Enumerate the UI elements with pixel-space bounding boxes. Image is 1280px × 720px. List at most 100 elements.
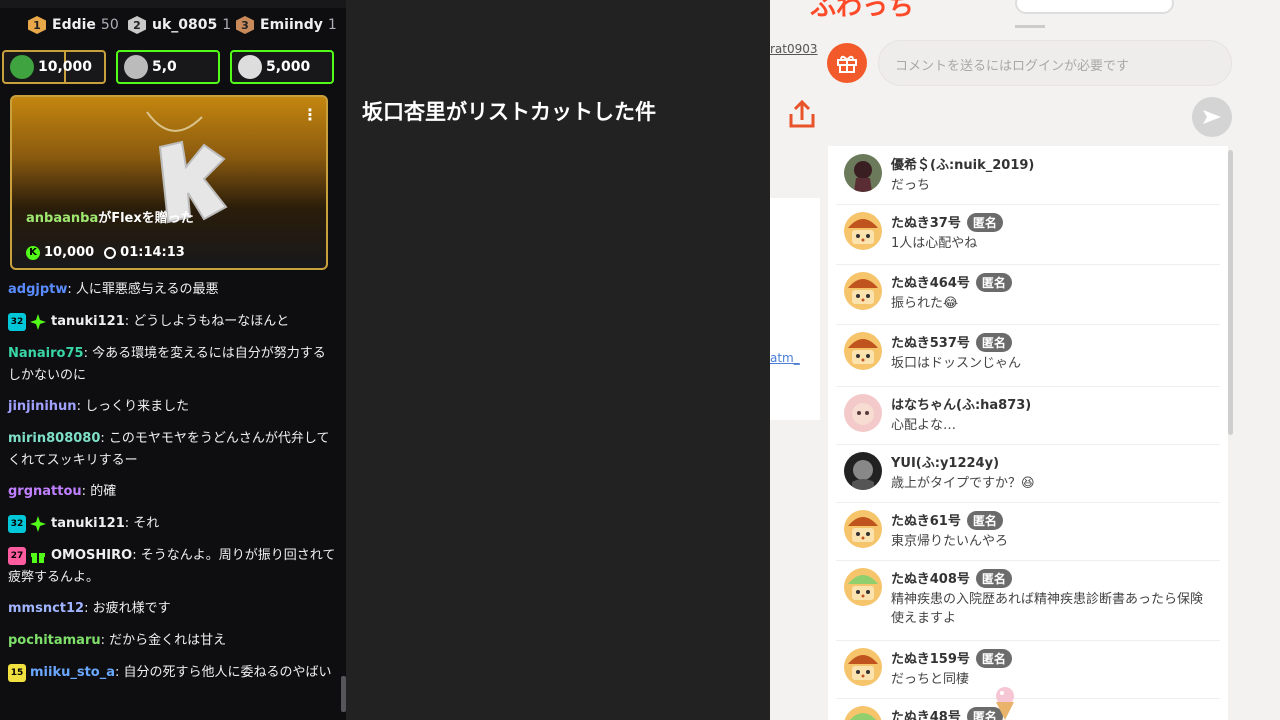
- commenter-avatar[interactable]: [844, 394, 882, 432]
- chat-message: 32 tanuki121: それ: [8, 513, 338, 535]
- chat-username[interactable]: mmsnct12: [8, 601, 84, 616]
- chat-username[interactable]: grgnattou: [8, 484, 82, 499]
- commenter-avatar[interactable]: [844, 510, 882, 548]
- rank-medal-icon: 2: [128, 16, 146, 34]
- commenter-avatar[interactable]: [844, 154, 882, 192]
- chat-username[interactable]: pochitamaru: [8, 633, 101, 648]
- chat-username[interactable]: adgjptw: [8, 282, 67, 297]
- chat-colon: :: [100, 633, 110, 648]
- chat-text: 自分の死すら他人に委ねるのやばい: [123, 665, 332, 680]
- gift-time: 01:14:13: [120, 245, 185, 260]
- gift-sender[interactable]: anbaanba: [26, 211, 98, 226]
- chat-username[interactable]: tanuki121: [51, 516, 125, 531]
- video-area: 坂口杏里がリストカットした件: [346, 0, 770, 720]
- video-title: 坂口杏里がリストカットした件: [362, 99, 656, 124]
- comment-item: YUI(ふ:y1224y) 歳上がタイプですか？😆: [836, 444, 1220, 503]
- comment-site-panel: ふわっち rat0903 atm_ コメントを送るにはログインが必要です 優希＄…: [770, 0, 1280, 720]
- chat-username[interactable]: Nanairo75: [8, 346, 84, 361]
- comment-item: たぬき408号 匿名 精神疾患の入院歴あれば精神疾患診断書あったら保険使えますよ: [836, 560, 1220, 641]
- atm-link[interactable]: atm_: [770, 351, 800, 365]
- site-logo[interactable]: ふわっち: [810, 0, 914, 23]
- sparkle-icon: [30, 313, 46, 330]
- anonymous-badge: 匿名: [966, 213, 1003, 232]
- comment-text: 振られた😂: [891, 296, 959, 311]
- share-icon[interactable]: [785, 98, 819, 132]
- commenter-name-row: たぬき537号 匿名: [891, 332, 1012, 352]
- send-icon: [1203, 110, 1221, 124]
- anonymous-badge: 匿名: [966, 511, 1003, 530]
- leaderboard-entry[interactable]: 3 Emiindy 1: [236, 14, 337, 36]
- commenter-name-row: たぬき61号 匿名: [891, 510, 1003, 530]
- chat-top-bar: [0, 0, 346, 8]
- commenter-name[interactable]: たぬき159号: [891, 652, 970, 667]
- anonymous-badge: 匿名: [975, 333, 1012, 352]
- search-pill[interactable]: [1015, 0, 1174, 14]
- gift-card[interactable]: ⋮ anbaanbaがFlexを贈った K 10,000 01:14:13: [10, 95, 328, 270]
- gift-action: がFlexを贈った: [98, 211, 194, 226]
- comment-text: 心配よな…: [891, 418, 957, 433]
- commenter-name[interactable]: たぬき48号: [891, 710, 961, 720]
- commenter-avatar[interactable]: [844, 332, 882, 370]
- comment-item: たぬき464号 匿名 振られた😂: [836, 264, 1220, 325]
- commenter-name-row: はなちゃん(ふ:ha873): [891, 394, 1031, 413]
- commenter-avatar[interactable]: [844, 212, 882, 250]
- leaderboard-entry[interactable]: 1 Eddie 50: [28, 14, 119, 36]
- chat-username[interactable]: jinjinihun: [8, 399, 77, 414]
- commenter-avatar[interactable]: [844, 568, 882, 606]
- kick-coin-icon: K: [26, 245, 40, 260]
- user-link[interactable]: rat0903: [770, 42, 818, 56]
- top-gifter-tile[interactable]: 10,000: [2, 50, 106, 84]
- chat-username[interactable]: mirin808080: [8, 431, 100, 446]
- leaderboard-entry[interactable]: 2 uk_0805 1: [128, 14, 231, 36]
- top-gifter-tile[interactable]: 5,000: [230, 50, 334, 84]
- gift-button[interactable]: [827, 43, 867, 83]
- comment-input[interactable]: コメントを送るにはログインが必要です: [878, 40, 1232, 86]
- chat-text: だから金くれは甘え: [109, 633, 227, 648]
- commenter-name[interactable]: YUI(ふ:y1224y): [891, 456, 999, 471]
- commenter-name-row: たぬき48号 匿名: [891, 706, 1003, 720]
- commenter-avatar[interactable]: [844, 706, 882, 720]
- chat-text: お疲れ様です: [92, 601, 171, 616]
- gift-amount: 10,000: [44, 245, 95, 260]
- chat-username[interactable]: tanuki121: [51, 314, 125, 329]
- gift-badge-icon: [31, 552, 45, 563]
- commenter-avatar[interactable]: [844, 272, 882, 310]
- chat-username[interactable]: miiku_sto_a: [30, 665, 115, 680]
- subscriber-badge-icon: 32: [8, 514, 26, 533]
- gifter-amount: 5,0: [152, 59, 177, 75]
- commenter-name[interactable]: たぬき464号: [891, 276, 970, 291]
- chat-colon: :: [81, 484, 91, 499]
- commenter-name[interactable]: たぬき537号: [891, 336, 970, 351]
- gift-stats: K 10,000 01:14:13: [26, 245, 185, 260]
- comment-text: 坂口はドッスンじゃん: [891, 356, 1022, 371]
- commenter-name[interactable]: たぬき408号: [891, 572, 970, 587]
- chat-colon: :: [100, 431, 109, 446]
- chat-message: pochitamaru: だから金くれは甘え: [8, 630, 338, 652]
- leaderboard-score: 1: [327, 17, 337, 33]
- gifter-amount: 5,000: [266, 59, 311, 75]
- commenter-avatar[interactable]: [844, 648, 882, 686]
- commenter-name[interactable]: たぬき61号: [891, 514, 961, 529]
- chat-colon: :: [84, 601, 93, 616]
- gift-message: anbaanbaがFlexを贈った: [26, 207, 194, 226]
- commenter-name[interactable]: 優希＄(ふ:nuik_2019): [891, 158, 1034, 173]
- chat-message: 27 OMOSHIRO: そうなんよ。周りが振り回されて疲弊するんよ。: [8, 545, 338, 589]
- chat-message: grgnattou: 的確: [8, 481, 338, 503]
- gifter-avatar: [124, 55, 148, 79]
- more-options-button[interactable]: ⋮: [302, 105, 318, 124]
- comment-scrollbar[interactable]: [1228, 150, 1233, 435]
- chat-colon: :: [67, 282, 76, 297]
- chat-message: jinjinihun: しっくり来ました: [8, 396, 338, 418]
- subscriber-badge-icon: 32: [8, 312, 26, 331]
- clock-icon: [104, 246, 117, 259]
- commenter-name[interactable]: はなちゃん(ふ:ha873): [891, 398, 1031, 413]
- chat-username[interactable]: OMOSHIRO: [51, 548, 132, 563]
- top-gifter-tile[interactable]: 5,0: [116, 50, 220, 84]
- comment-item: たぬき159号 匿名 だっちと同棲: [836, 640, 1220, 699]
- commenter-avatar[interactable]: [844, 452, 882, 490]
- commenter-name[interactable]: たぬき37号: [891, 216, 961, 231]
- chat-text: どうしようもねーなほんと: [133, 314, 290, 329]
- comment-item: 優希＄(ふ:nuik_2019) だっち: [836, 146, 1220, 205]
- send-button[interactable]: [1192, 97, 1232, 137]
- rank-medal-icon: 3: [236, 16, 254, 34]
